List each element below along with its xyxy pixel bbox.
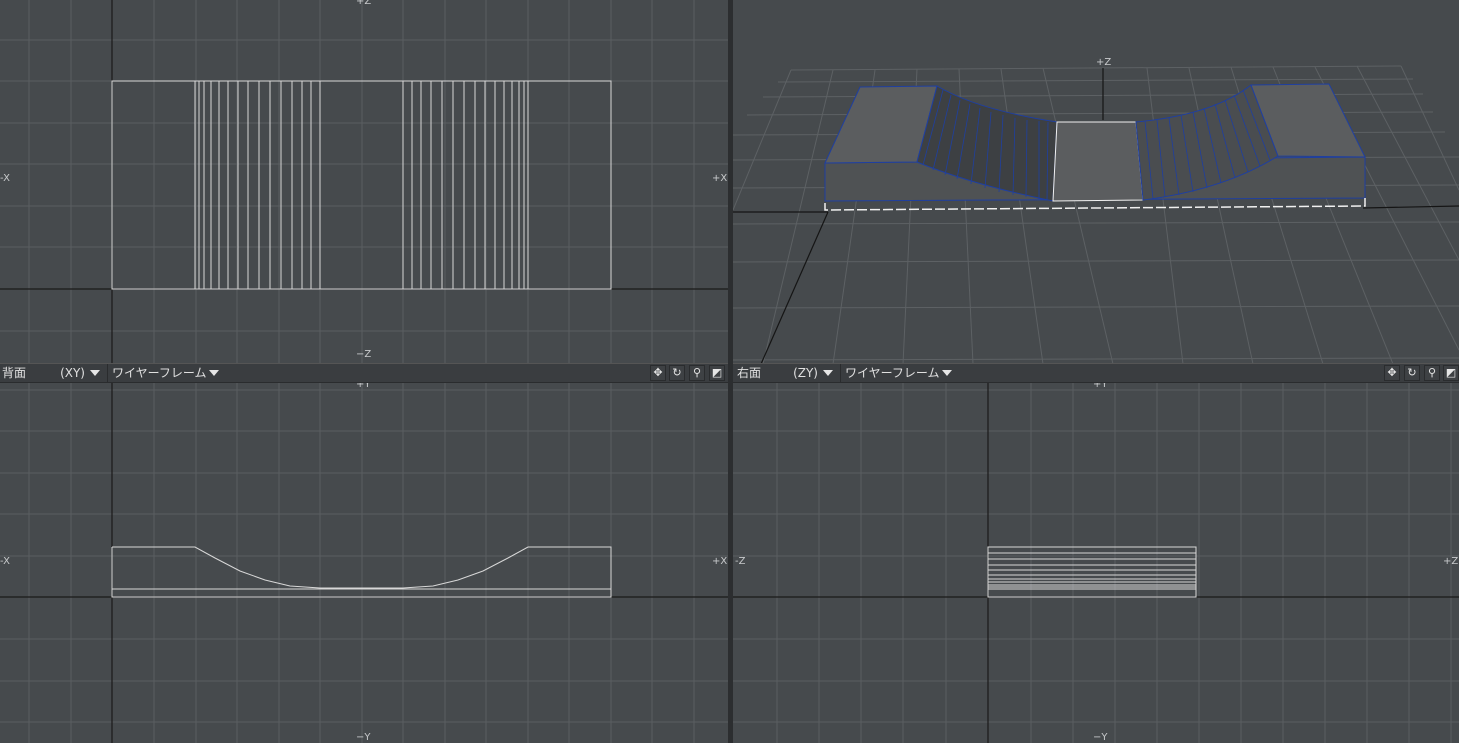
axis-label-right: +X [712, 556, 728, 567]
maximize-view-icon[interactable]: ◩ [709, 365, 725, 381]
axis-label-bottom: −Y [356, 732, 371, 743]
zoom-view-icon[interactable]: ⚲ [689, 365, 705, 381]
view-selector[interactable]: 右面 (ZY) [733, 364, 836, 382]
axis-label-left: -Z [735, 556, 746, 567]
axis-label-bottom: −Z [356, 349, 372, 360]
axes [0, 0, 728, 364]
view-selector[interactable]: 背面 (XY) [0, 364, 103, 382]
viewport-top[interactable]: +Z −Z -X +X [0, 0, 728, 364]
view-name-label: 右面 [737, 366, 762, 380]
viewport-back[interactable]: +Y −Y -X +X [0, 383, 728, 743]
viewport-header-right: 右面 (ZY) ワイヤーフレーム ✥ ↻ ⚲ ◩ [733, 363, 1459, 383]
viewport-header-back: 背面 (XY) ワイヤーフレーム ✥ ↻ ⚲ ◩ [0, 363, 728, 383]
axis-label-bottom: −Y [1093, 732, 1108, 743]
axis-label-right: +Z [1443, 556, 1459, 567]
axis-label-top: +Z [1096, 57, 1112, 68]
chevron-down-icon [209, 370, 219, 376]
right-wireframe [987, 546, 1197, 598]
top-view-canvas[interactable] [0, 0, 728, 364]
perspective-canvas[interactable] [733, 0, 1459, 364]
right-view-canvas[interactable] [733, 383, 1459, 743]
grid [733, 383, 1459, 743]
grid [0, 383, 728, 743]
render-mode-label: ワイヤーフレーム [112, 366, 207, 380]
rotate-view-icon[interactable]: ↻ [669, 365, 685, 381]
viewport-perspective[interactable]: +Z [733, 0, 1459, 364]
axis-label-left: -X [0, 556, 10, 567]
rotate-view-icon[interactable]: ↻ [1404, 365, 1420, 381]
maximize-view-icon[interactable]: ◩ [1443, 365, 1459, 381]
chevron-down-icon [942, 370, 952, 376]
render-mode-selector[interactable]: ワイヤーフレーム [840, 364, 956, 382]
axes [0, 383, 728, 743]
grid [0, 0, 728, 364]
render-mode-selector[interactable]: ワイヤーフレーム [107, 364, 223, 382]
render-mode-label: ワイヤーフレーム [845, 366, 940, 380]
chevron-down-icon [90, 370, 100, 376]
axes [733, 383, 1459, 743]
back-view-canvas[interactable] [0, 383, 728, 743]
solid-model [824, 83, 1366, 211]
axis-label-top: +Y [1093, 383, 1108, 390]
view-code-label: (XY) [60, 366, 85, 380]
move-view-icon[interactable]: ✥ [1384, 365, 1400, 381]
chevron-down-icon [823, 370, 833, 376]
perspective-grid [733, 65, 1459, 364]
viewport-right[interactable]: +Y −Y -Z +Z [733, 383, 1459, 743]
move-view-icon[interactable]: ✥ [650, 365, 666, 381]
view-code-label: (ZY) [793, 366, 818, 380]
axis-label-left: -X [0, 173, 10, 184]
zoom-view-icon[interactable]: ⚲ [1424, 365, 1440, 381]
axis-label-top: +Y [356, 383, 371, 390]
axis-label-top: +Z [356, 0, 372, 7]
axis-label-right: +X [712, 173, 728, 184]
view-name-label: 背面 [2, 366, 27, 380]
